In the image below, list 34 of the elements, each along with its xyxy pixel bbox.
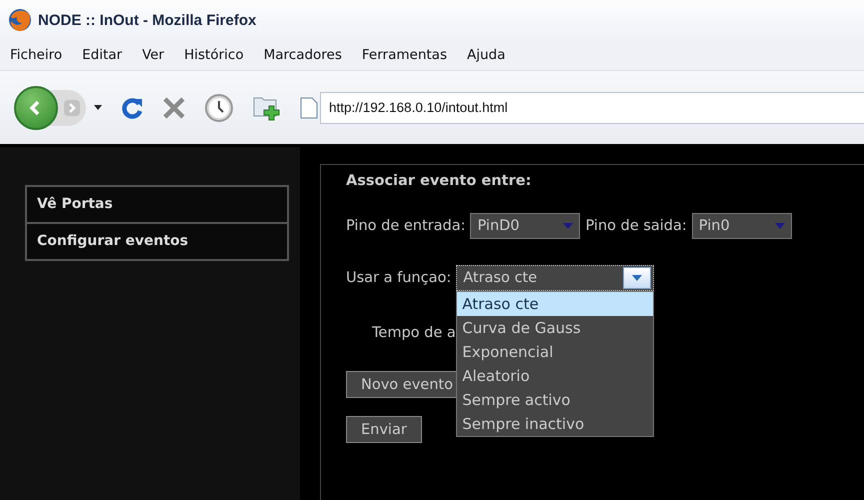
select-field[interactable]: Atraso cte xyxy=(456,265,654,291)
stop-icon[interactable] xyxy=(162,96,186,120)
dropdown-option[interactable]: Exponencial xyxy=(457,340,654,364)
window-title: NODE :: InOut - Mozilla Firefox xyxy=(38,12,256,28)
browser-logo-icon xyxy=(8,8,32,32)
menu-item[interactable]: Ficheiro xyxy=(10,47,62,63)
caret-icon xyxy=(632,275,642,281)
menu-item[interactable]: Histórico xyxy=(184,47,244,63)
caret-icon xyxy=(563,223,574,229)
select-field[interactable]: PinD0 xyxy=(470,213,580,239)
menu-item[interactable]: Editar xyxy=(82,47,122,63)
dropdown-option[interactable]: Atraso cte xyxy=(457,292,654,316)
clock-icon[interactable] xyxy=(204,92,234,122)
sidebar-link[interactable]: Vê Portas xyxy=(27,187,287,222)
reload-icon[interactable] xyxy=(120,96,144,120)
back-button[interactable] xyxy=(14,86,58,130)
sidebar-link[interactable]: Configurar eventos xyxy=(27,222,287,259)
dropdown-option[interactable]: Sempre inactivo xyxy=(457,412,654,436)
field-label: Pino de saida: xyxy=(585,218,687,234)
field-label: Tempo de a xyxy=(372,325,456,341)
menu-item[interactable]: Ajuda xyxy=(466,47,506,63)
caret-icon[interactable] xyxy=(94,105,102,110)
form-heading: Associar evento entre: xyxy=(346,173,532,189)
field-label: Usar a funçao: xyxy=(346,270,452,286)
menu-item[interactable]: Marcadores xyxy=(264,47,342,63)
select-field[interactable]: Pin0 xyxy=(692,213,792,239)
field-label: Pino de entrada: xyxy=(346,218,466,234)
dropdown-option[interactable]: Curva de Gauss xyxy=(457,316,654,340)
address-field[interactable]: http://192.168.0.10/intout.html xyxy=(320,92,864,124)
form-button[interactable]: Enviar xyxy=(346,416,422,443)
menu-item[interactable]: Ver xyxy=(142,47,164,63)
caret-icon xyxy=(774,223,785,229)
menu-item[interactable]: Ferramentas xyxy=(362,47,447,63)
page-icon xyxy=(300,96,318,118)
